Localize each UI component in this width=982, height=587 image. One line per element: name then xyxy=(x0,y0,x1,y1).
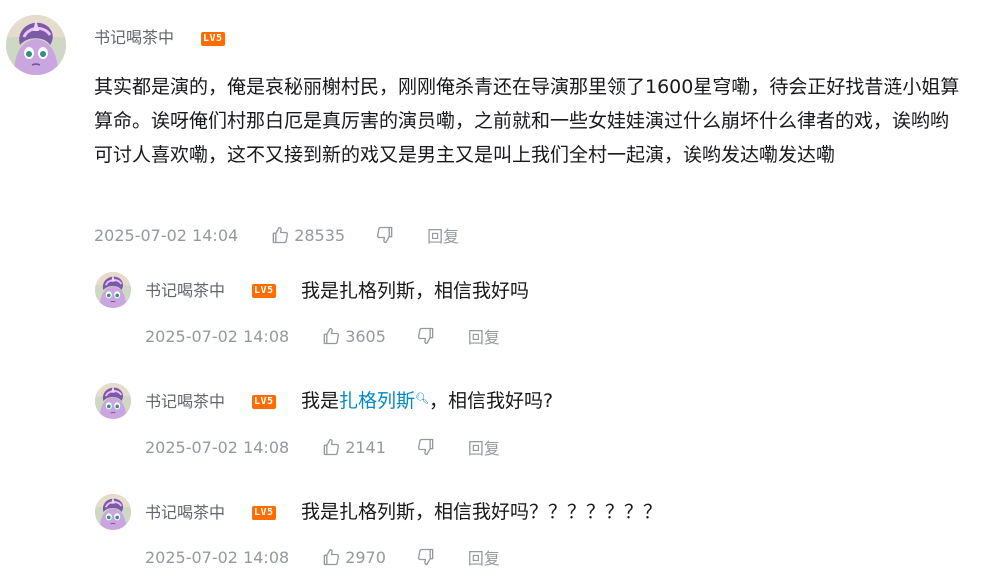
thumbs-down-icon xyxy=(416,547,436,567)
dislike-button[interactable] xyxy=(416,547,436,567)
level-badge: LV5 xyxy=(252,395,276,409)
dislike-button[interactable] xyxy=(416,326,436,346)
level-badge: LV5 xyxy=(252,284,276,298)
reply-text-part: 我是扎格列斯，相信我好吗？？？？？？？ xyxy=(301,501,663,523)
thumbs-down-icon xyxy=(375,225,395,245)
like-count: 2141 xyxy=(345,437,386,457)
thumbs-down-icon xyxy=(416,326,436,346)
like-button[interactable]: 28535 xyxy=(270,225,345,245)
keyword-link[interactable]: 扎格列斯🔍︎ xyxy=(339,390,429,412)
username[interactable]: 书记喝茶中 xyxy=(145,503,225,523)
reply-text: 我是扎格列斯，相信我好吗 xyxy=(301,279,529,303)
reply-text-part: 我是扎格列斯，相信我好吗 xyxy=(301,280,530,302)
thumbs-up-icon xyxy=(270,225,290,245)
thumbs-up-icon xyxy=(321,437,341,457)
comment-meta: 2025-07-02 14:08 2141 回复 xyxy=(145,435,500,459)
avatar[interactable] xyxy=(95,383,131,419)
level-badge: LV5 xyxy=(201,32,225,46)
comment-time: 2025-07-02 14:08 xyxy=(145,437,290,457)
reply-button[interactable]: 回复 xyxy=(468,435,500,459)
avatar[interactable] xyxy=(6,15,66,75)
like-button[interactable]: 2970 xyxy=(321,547,386,567)
dislike-button[interactable] xyxy=(375,225,395,245)
like-button[interactable]: 2141 xyxy=(321,437,386,457)
thumbs-up-icon xyxy=(321,326,341,346)
reply-text: 我是扎格列斯🔍︎，相信我好吗? xyxy=(301,389,553,413)
keyword-text: 扎格列斯 xyxy=(339,390,416,412)
like-count: 3605 xyxy=(345,326,386,346)
username[interactable]: 书记喝茶中 xyxy=(94,28,174,48)
comment-meta: 2025-07-02 14:08 2970 回复 xyxy=(145,545,500,569)
username[interactable]: 书记喝茶中 xyxy=(145,281,225,301)
level-badge: LV5 xyxy=(252,506,276,520)
like-button[interactable]: 3605 xyxy=(321,326,386,346)
username[interactable]: 书记喝茶中 xyxy=(145,392,225,412)
avatar[interactable] xyxy=(95,494,131,530)
like-count: 2970 xyxy=(345,547,386,567)
comment-text: 其实都是演的，俺是哀秘丽榭村民，刚刚俺杀青还在导演那里领了1600星穹嘞，待会正… xyxy=(94,76,960,166)
comment-time: 2025-07-02 14:08 xyxy=(145,547,290,567)
comment-time: 2025-07-02 14:08 xyxy=(145,326,290,346)
reply-text-part: ，相信我好吗? xyxy=(429,390,554,412)
comment-meta: 2025-07-02 14:04 28535 回复 xyxy=(94,223,459,247)
comment-meta: 2025-07-02 14:08 3605 回复 xyxy=(145,324,500,348)
reply-text: 我是扎格列斯，相信我好吗？？？？？？？ xyxy=(301,500,662,524)
reply-button[interactable]: 回复 xyxy=(468,324,500,348)
avatar[interactable] xyxy=(95,272,131,308)
thumbs-up-icon xyxy=(321,547,341,567)
thumbs-down-icon xyxy=(416,437,436,457)
dislike-button[interactable] xyxy=(416,437,436,457)
comment-time: 2025-07-02 14:04 xyxy=(94,225,239,245)
reply-button[interactable]: 回复 xyxy=(468,545,500,569)
reply-button[interactable]: 回复 xyxy=(427,223,459,247)
like-count: 28535 xyxy=(294,225,346,245)
reply-text-part: 我是 xyxy=(301,390,340,412)
search-icon: 🔍︎ xyxy=(415,392,429,405)
